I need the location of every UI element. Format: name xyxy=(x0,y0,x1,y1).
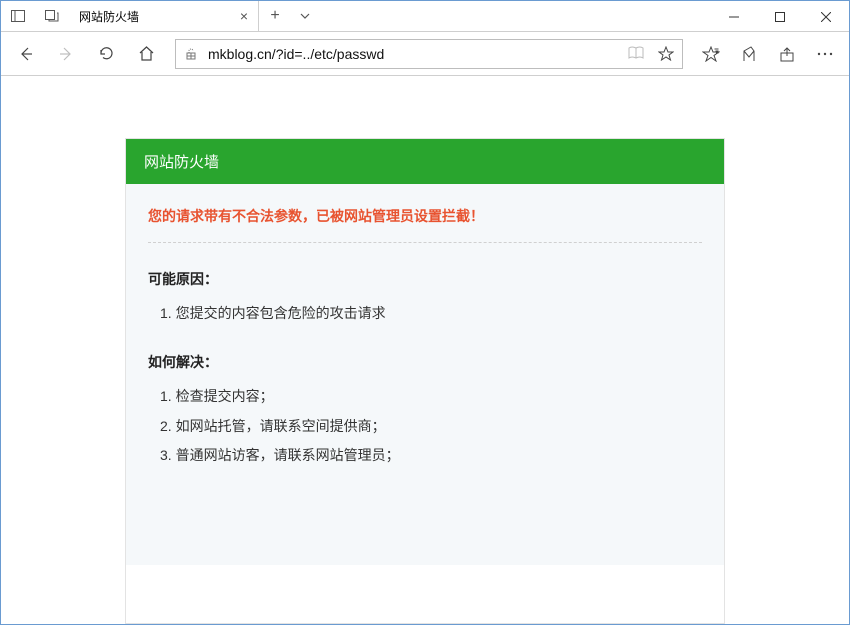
url-text: mkblog.cn/?id=../etc/passwd xyxy=(208,46,618,62)
notes-button[interactable] xyxy=(731,35,767,73)
window-controls xyxy=(711,1,849,31)
solve-heading: 如何解决： xyxy=(148,352,702,372)
new-tab-button[interactable]: + xyxy=(259,1,291,31)
tab-activity-button[interactable] xyxy=(35,1,69,32)
reading-view-icon[interactable] xyxy=(628,46,644,61)
share-button[interactable] xyxy=(769,35,805,73)
solve-list: 检查提交内容； 如网站托管，请联系空间提供商； 普通网站访客，请联系网站管理员； xyxy=(148,382,702,470)
browser-window: 网站防火墙 × + xyxy=(0,0,850,625)
tab-aside-button[interactable] xyxy=(1,1,35,32)
tabs-dropdown-button[interactable] xyxy=(291,1,319,31)
list-item: 普通网站访客，请联系网站管理员； xyxy=(154,441,702,470)
card-body: 您的请求带有不合法参数，已被网站管理员设置拦截！ 可能原因： 您提交的内容包含危… xyxy=(126,184,724,565)
alert-message: 您的请求带有不合法参数，已被网站管理员设置拦截！ xyxy=(148,206,702,243)
page-content: 网站防火墙 您的请求带有不合法参数，已被网站管理员设置拦截！ 可能原因： 您提交… xyxy=(1,76,849,624)
back-button[interactable] xyxy=(7,35,45,73)
forward-button[interactable] xyxy=(47,35,85,73)
list-item: 检查提交内容； xyxy=(154,382,702,411)
favorites-button[interactable] xyxy=(693,35,729,73)
maximize-button[interactable] xyxy=(757,1,803,32)
card-header: 网站防火墙 xyxy=(126,139,724,184)
site-info-icon[interactable] xyxy=(184,47,198,61)
reason-heading: 可能原因： xyxy=(148,269,702,289)
address-bar[interactable]: mkblog.cn/?id=../etc/passwd xyxy=(175,39,683,69)
close-window-button[interactable] xyxy=(803,1,849,32)
tab-title: 网站防火墙 xyxy=(79,8,230,25)
navbar: mkblog.cn/?id=../etc/passwd xyxy=(1,32,849,76)
reason-list: 您提交的内容包含危险的攻击请求 xyxy=(148,299,702,328)
titlebar-left xyxy=(1,1,69,31)
tab-close-button[interactable]: × xyxy=(240,8,248,24)
browser-tab[interactable]: 网站防火墙 × xyxy=(69,1,259,31)
firewall-card: 网站防火墙 您的请求带有不合法参数，已被网站管理员设置拦截！ 可能原因： 您提交… xyxy=(125,138,725,624)
list-item: 如网站托管，请联系空间提供商； xyxy=(154,412,702,441)
favorite-icon[interactable] xyxy=(658,46,674,61)
more-button[interactable] xyxy=(807,35,843,73)
home-button[interactable] xyxy=(127,35,165,73)
list-item: 您提交的内容包含危险的攻击请求 xyxy=(154,299,702,328)
minimize-button[interactable] xyxy=(711,1,757,32)
titlebar: 网站防火墙 × + xyxy=(1,1,849,32)
refresh-button[interactable] xyxy=(87,35,125,73)
